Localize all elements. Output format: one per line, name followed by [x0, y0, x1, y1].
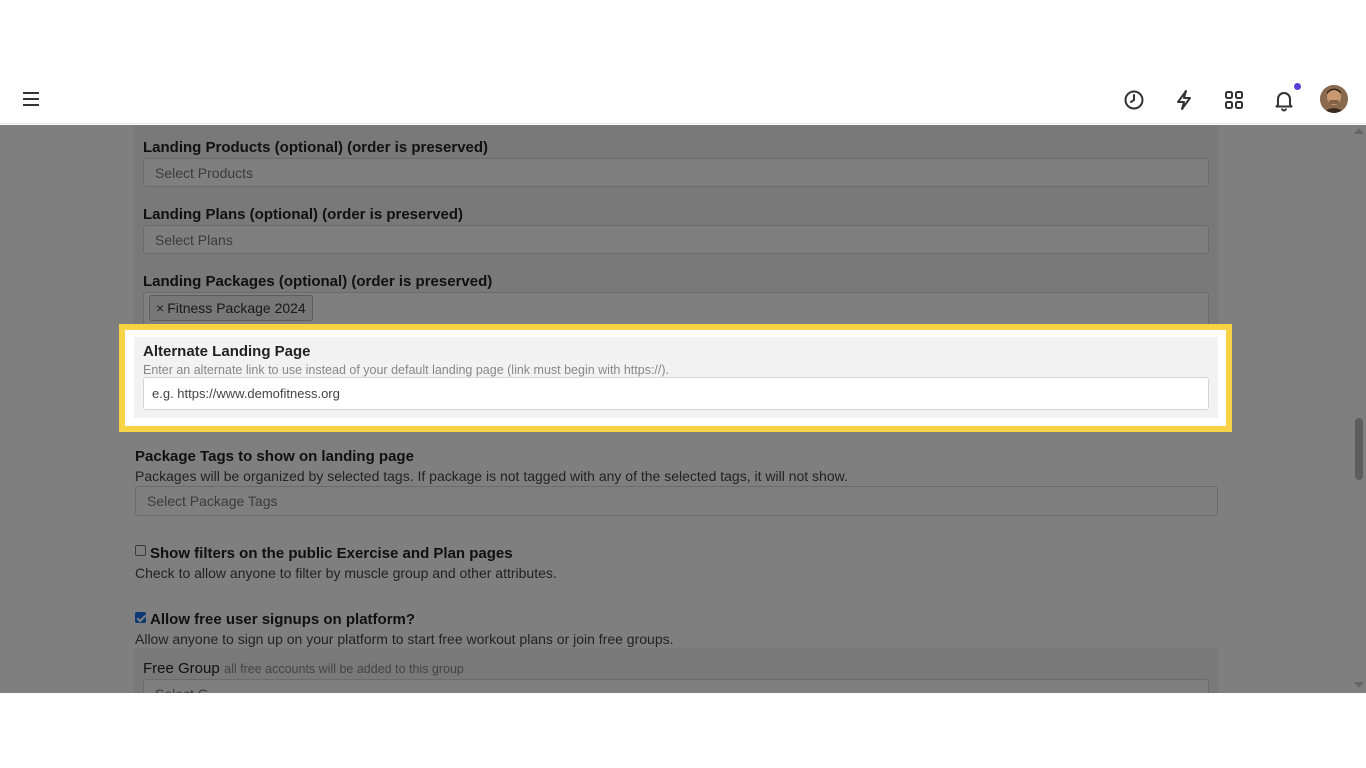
landing-products-select[interactable]: Select Products [143, 158, 1209, 187]
package-tags-label: Package Tags to show on landing page [135, 448, 414, 465]
package-tag-chip[interactable]: × Fitness Package 2024 [149, 295, 313, 321]
package-tag-label: Fitness Package 2024 [167, 300, 306, 316]
landing-products-label: Landing Products (optional) (order is pr… [143, 139, 489, 156]
free-group-hint: all free accounts will be added to this … [224, 662, 464, 676]
show-filters-hint: Check to allow anyone to filter by muscl… [135, 565, 557, 581]
landing-plans-label: Landing Plans (optional) (order is prese… [143, 206, 464, 223]
show-filters-checkbox[interactable] [135, 545, 146, 556]
highlight-frame [119, 324, 1232, 432]
package-tags-hint: Packages will be organized by selected t… [135, 468, 848, 484]
free-group-label: Free Group [143, 660, 220, 677]
app-window: Landing Products (optional) (order is pr… [0, 75, 1366, 693]
bell-icon[interactable] [1272, 88, 1296, 112]
free-group-select[interactable]: Select G [143, 679, 1209, 693]
user-avatar[interactable] [1320, 85, 1348, 113]
scroll-thumb[interactable] [1355, 418, 1363, 480]
grid-apps-icon[interactable] [1222, 88, 1246, 112]
landing-plans-select[interactable]: Select Plans [143, 225, 1209, 254]
free-signups-label: Allow free user signups on platform? [150, 611, 416, 628]
package-tags-select[interactable]: Select Package Tags [135, 486, 1218, 516]
free-group-label-row: Free Group all free accounts will be add… [143, 660, 464, 678]
scroll-down-arrow[interactable] [1354, 682, 1364, 688]
settings-content: Landing Products (optional) (order is pr… [0, 125, 1366, 693]
show-filters-label: Show filters on the public Exercise and … [150, 545, 513, 562]
notification-dot [1294, 83, 1301, 90]
remove-tag-icon[interactable]: × [156, 300, 164, 316]
vertical-scrollbar[interactable] [1352, 125, 1366, 693]
free-signups-checkbox[interactable] [135, 612, 146, 623]
free-signups-hint: Allow anyone to sign up on your platform… [135, 631, 674, 647]
lightning-bolt-icon[interactable] [1172, 88, 1196, 112]
scroll-up-arrow[interactable] [1354, 128, 1364, 134]
clock-history-icon[interactable] [1122, 88, 1146, 112]
hamburger-icon[interactable] [22, 89, 42, 109]
top-navbar [0, 75, 1366, 124]
landing-packages-label: Landing Packages (optional) (order is pr… [143, 273, 493, 290]
